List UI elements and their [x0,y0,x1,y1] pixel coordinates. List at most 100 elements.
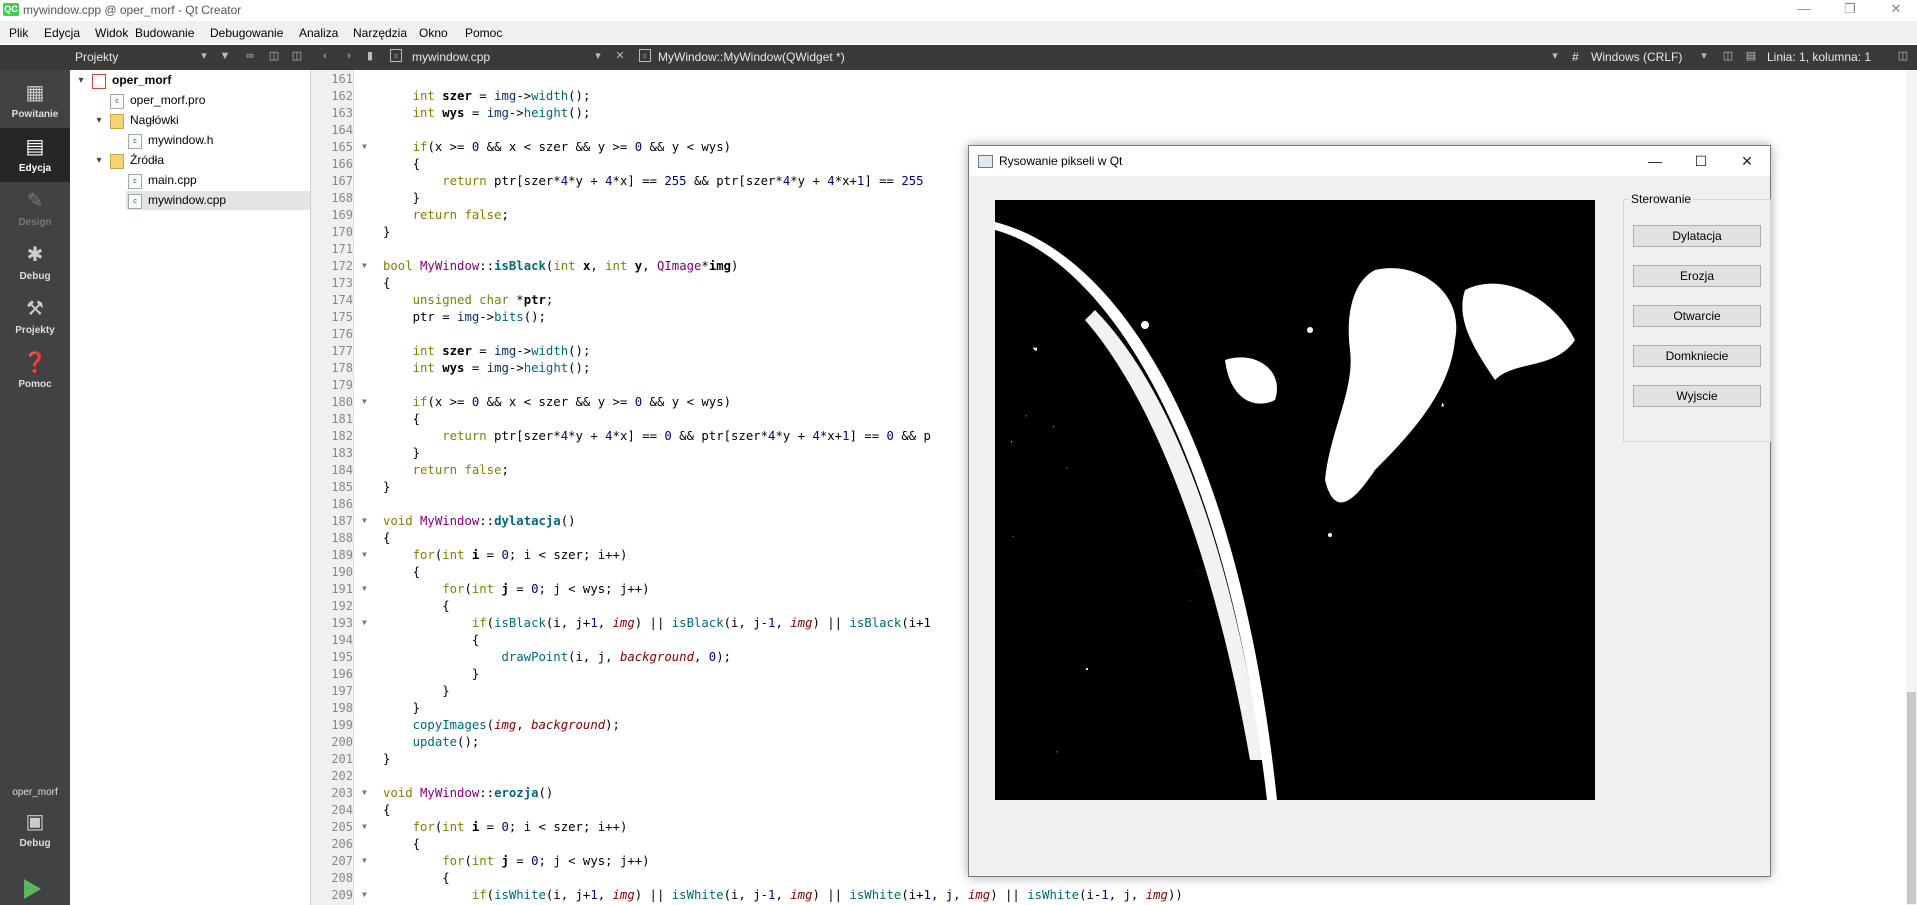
code-line[interactable]: return false; [383,463,509,477]
editor-scrollbar-thumb[interactable] [1907,692,1916,904]
mode-powitanie[interactable]: ▦ Powitanie [0,74,70,128]
code-line[interactable]: void MyWindow::erozja() [383,786,553,800]
code-line[interactable]: int wys = img->height(); [383,361,591,375]
wyjscie-button[interactable]: Wyjscie [1633,385,1761,407]
code-line[interactable]: { [383,599,449,613]
menu-okno[interactable]: Okno [419,26,448,40]
fold-marker-icon[interactable]: ▼ [362,856,372,865]
fold-marker-icon[interactable]: ▼ [362,618,372,627]
close-button[interactable]: ✕ [1873,0,1917,20]
code-line[interactable]: } [383,752,390,766]
code-line[interactable]: if(isBlack(i, j+1, img) || isBlack(i, j-… [383,616,931,630]
qt-app-maximize-button[interactable]: ☐ [1678,146,1724,176]
code-line[interactable]: for(int i = 0; i < szer; i++) [383,820,628,834]
code-line[interactable]: for(int j = 0; j < wys; j++) [383,854,649,868]
menu-pomoc[interactable]: Pomoc [465,26,502,40]
fold-marker-icon[interactable]: ▼ [362,550,372,559]
code-line[interactable]: int szer = img->width(); [383,89,591,103]
code-line[interactable]: { [383,412,420,426]
tree-item[interactable]: c oper_morf.pro [70,91,310,110]
code-line[interactable]: } [383,684,449,698]
expand-arrow-icon[interactable]: ▾ [93,151,105,170]
minimize-button[interactable]: — [1781,0,1827,20]
code-line[interactable]: { [383,871,449,885]
expand-arrow-icon[interactable]: ▾ [93,111,105,130]
fold-marker-icon[interactable]: ▼ [362,788,372,797]
tree-item[interactable]: ▾ Nagłówki [70,111,310,130]
forward-icon[interactable]: › [342,49,356,63]
tree-item[interactable]: c mywindow.cpp [126,191,310,210]
code-line[interactable]: for(int i = 0; i < szer; i++) [383,548,628,562]
mode-projekty[interactable]: ⚒ Projekty [0,290,70,344]
close-file-icon[interactable]: ✕ [613,49,627,63]
code-line[interactable]: return false; [383,208,509,222]
mode-design[interactable]: ✎ Design [0,182,70,236]
qt-app-minimize-button[interactable]: — [1632,146,1678,176]
code-line[interactable]: return ptr[szer*4*y + 4*x] == 0 && ptr[s… [383,429,931,443]
back-icon[interactable]: ‹ [318,49,332,63]
code-line[interactable]: unsigned char *ptr; [383,293,554,307]
code-line[interactable]: { [383,803,390,817]
mode-debug[interactable]: ✱ Debug [0,236,70,290]
menu-budowanie[interactable]: Budowanie [135,26,194,40]
file-combo-arrow-icon[interactable]: ▾ [591,49,605,63]
code-line[interactable]: { [383,276,390,290]
code-line[interactable]: } [383,446,420,460]
code-line[interactable]: void MyWindow::dylatacja() [383,514,576,528]
code-line[interactable]: { [383,157,420,171]
menu-widok[interactable]: Widok [95,26,128,40]
link-icon[interactable]: ∞ [243,49,257,63]
code-line[interactable]: { [383,837,420,851]
code-line[interactable]: drawPoint(i, j, background, 0); [383,650,731,664]
line-ending-arrow-icon[interactable]: ▾ [1697,49,1711,63]
projects-combo[interactable]: Projekty [75,50,118,64]
code-line[interactable]: update(); [383,735,480,749]
split-right-icon[interactable]: ◫ [1896,49,1910,63]
document-icon[interactable]: ▤ [1744,49,1758,63]
symbol-combo-arrow-icon[interactable]: ▾ [1548,49,1562,63]
restore-button[interactable]: ❐ [1827,0,1873,20]
code-line[interactable]: int wys = img->height(); [383,106,591,120]
fold-marker-icon[interactable]: ▼ [362,142,372,151]
fold-marker-icon[interactable]: ▼ [362,516,372,525]
code-line[interactable]: { [383,565,420,579]
kit-selector[interactable]: ▣ Debug [0,803,70,853]
fold-marker-icon[interactable]: ▼ [362,261,372,270]
filter-icon[interactable]: ▼ [218,49,232,63]
code-line[interactable]: int szer = img->width(); [383,344,591,358]
qt-app-close-button[interactable]: ✕ [1724,146,1770,176]
code-line[interactable]: { [383,633,479,647]
symbol-combo[interactable]: MyWindow::MyWindow(QWidget *) [658,50,845,64]
line-ending-combo[interactable]: Windows (CRLF) [1591,50,1682,64]
cursor-position[interactable]: Linia: 1, kolumna: 1 [1767,50,1871,64]
expand-arrow-icon[interactable]: ▾ [75,71,87,90]
file-tab[interactable]: mywindow.cpp [412,50,490,64]
code-line[interactable]: ptr = img->bits(); [383,310,546,324]
fold-marker-icon[interactable]: ▼ [362,822,372,831]
code-line[interactable]: } [383,191,420,205]
code-line[interactable]: bool MyWindow::isBlack(int x, int y, QIm… [383,259,738,273]
mode-pomoc[interactable]: ❓ Pomoc [0,344,70,398]
combo-arrow-icon[interactable]: ▾ [197,49,211,63]
erozja-button[interactable]: Erozja [1633,265,1761,287]
menu-plik[interactable]: Plik [9,26,28,40]
kit-project-name[interactable]: oper_morf [0,787,70,798]
tree-item[interactable]: c mywindow.h [70,131,310,150]
code-line[interactable]: if(x >= 0 && x < szer && y >= 0 && y < w… [383,395,731,409]
fold-marker-icon[interactable]: ▼ [362,397,372,406]
menu-debugowanie[interactable]: Debugowanie [210,26,283,40]
menu-analiza[interactable]: Analiza [299,26,338,40]
code-line[interactable]: return ptr[szer*4*y + 4*x] == 255 && ptr… [383,174,923,188]
code-line[interactable]: if(x >= 0 && x < szer && y >= 0 && y < w… [383,140,731,154]
fold-marker-icon[interactable]: ▼ [362,890,372,899]
split-editor-icon[interactable]: ◫ [1721,49,1735,63]
tree-item[interactable]: ▾ Źródła [70,151,310,170]
tree-item[interactable]: ▾ oper_morf [70,71,310,90]
split-icon[interactable]: ◫ [267,49,281,63]
code-line[interactable]: for(int j = 0; j < wys; j++) [383,582,649,596]
code-line[interactable]: copyImages(img, background); [383,718,620,732]
code-line[interactable]: if(isWhite(i, j+1, img) || isWhite(i, j-… [383,888,1183,902]
run-icon[interactable] [24,879,41,899]
code-line[interactable]: { [383,531,390,545]
dylatacja-button[interactable]: Dylatacja [1633,225,1761,247]
